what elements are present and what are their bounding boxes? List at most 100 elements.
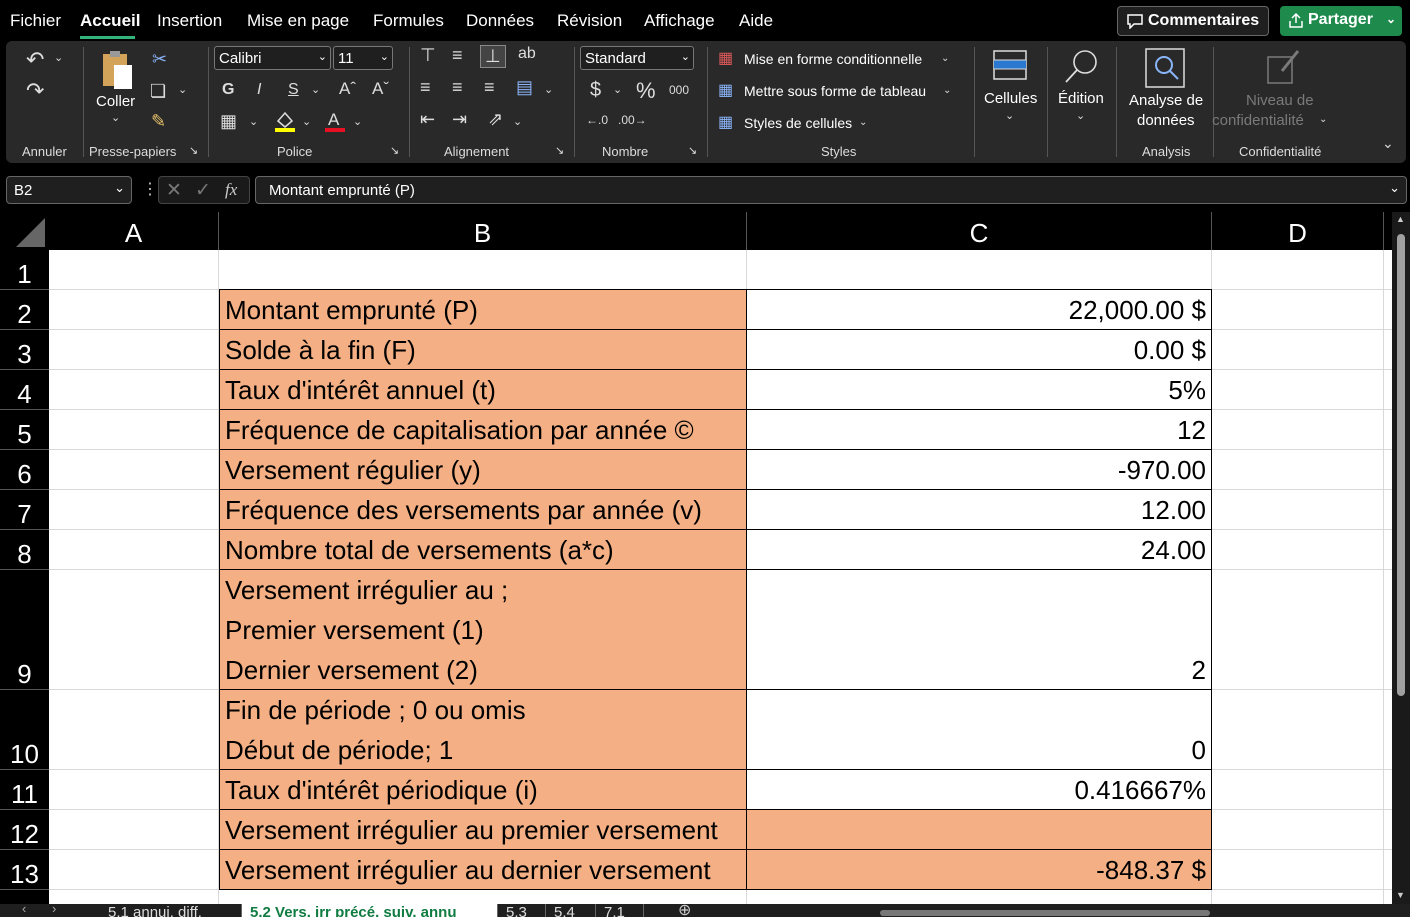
chevron-down-icon[interactable]: ⌄ — [178, 83, 187, 96]
format-as-table-icon[interactable]: ▦ — [718, 80, 733, 100]
label-cell[interactable]: Montant emprunté (P) — [219, 289, 747, 330]
label-cell[interactable]: Fréquence de capitalisation par année © — [219, 409, 747, 450]
value-cell[interactable]: 12.00 — [746, 489, 1212, 530]
chevron-down-icon[interactable]: ⌄ — [353, 115, 362, 128]
row-header[interactable]: 3 — [0, 330, 49, 370]
chevron-down-icon[interactable]: ⌄ — [859, 117, 867, 128]
row-header[interactable]: 5 — [0, 410, 49, 450]
value-cell[interactable]: -970.00 — [746, 449, 1212, 490]
dialog-launcher-icon[interactable]: ↘ — [688, 144, 697, 157]
cells-label[interactable]: Cellules — [984, 90, 1037, 107]
share-button[interactable]: Partager ⌄ — [1280, 6, 1402, 36]
borders-icon[interactable]: ▦ — [220, 111, 237, 132]
confirm-icon[interactable]: ✓ — [195, 179, 211, 202]
tab-scroll-left-icon[interactable]: ‹ — [22, 904, 26, 916]
sheet-area[interactable]: Montant emprunté (P) 22,000.00 $ Solde à l… — [49, 250, 1392, 904]
row-header[interactable]: 11 — [0, 770, 49, 810]
dialog-launcher-icon[interactable]: ↘ — [555, 144, 564, 157]
value-cell[interactable]: 22,000.00 $ — [746, 289, 1212, 330]
sheet-tab[interactable]: 5.1 annui. diff. — [100, 904, 242, 917]
row-header[interactable]: 10 — [0, 690, 49, 770]
label-cell[interactable]: Taux d'intérêt périodique (i) — [219, 769, 747, 810]
format-as-table-button[interactable]: Mettre sous forme de tableau — [744, 83, 926, 99]
cell-styles-icon[interactable]: ▦ — [718, 112, 733, 132]
value-cell[interactable] — [746, 809, 1212, 850]
font-color-icon[interactable]: A — [324, 109, 346, 133]
dialog-launcher-icon[interactable]: ↘ — [390, 144, 399, 157]
increase-decimal-icon[interactable]: ←.0 — [586, 113, 608, 127]
horizontal-scroll-thumb[interactable] — [880, 910, 1210, 916]
sheet-tab[interactable]: 5.3 — [498, 904, 546, 917]
menu-affichage[interactable]: Affichage — [644, 11, 715, 31]
currency-button[interactable]: $ — [590, 79, 601, 102]
comments-button[interactable]: Commentaires — [1117, 6, 1269, 36]
row-header[interactable]: 2 — [0, 290, 49, 330]
sheet-tab-active[interactable]: 5.2 Vers. irr précé. suiv. annu — [242, 904, 498, 917]
formula-input[interactable]: Montant emprunté (P) ⌄ — [255, 176, 1407, 204]
collapse-ribbon-icon[interactable]: ⌄ — [1382, 135, 1394, 152]
decrease-indent-icon[interactable]: ⇤ — [420, 109, 435, 130]
more-options-icon[interactable]: ⋮ — [142, 179, 158, 199]
paste-label[interactable]: Coller — [96, 93, 135, 110]
value-cell[interactable]: 0.416667% — [746, 769, 1212, 810]
align-middle-icon[interactable]: ≡ — [452, 45, 463, 66]
row-header[interactable]: 8 — [0, 530, 49, 570]
font-size-select[interactable]: 11 ⌄ — [333, 46, 393, 70]
row-header[interactable]: 12 — [0, 810, 49, 850]
sensitivity-label-line1[interactable]: Niveau de — [1246, 92, 1314, 109]
cancel-icon[interactable]: ✕ — [166, 179, 182, 202]
label-cell[interactable]: Versement régulier (y) — [219, 449, 747, 490]
chevron-down-icon[interactable]: ⌄ — [613, 83, 622, 96]
value-cell[interactable]: 12 — [746, 409, 1212, 450]
font-name-select[interactable]: Calibri ⌄ — [214, 46, 331, 70]
row-header[interactable]: 6 — [0, 450, 49, 490]
column-header-c[interactable]: C — [747, 212, 1212, 250]
row-header[interactable]: 14 — [0, 890, 49, 904]
label-cell[interactable]: Taux d'intérêt annuel (t) — [219, 369, 747, 410]
cut-icon[interactable]: ✂ — [152, 49, 167, 70]
chevron-down-icon[interactable]: ⌄ — [249, 115, 258, 128]
conditional-format-button[interactable]: Mise en forme conditionnelle — [744, 51, 922, 67]
analyze-label-line1[interactable]: Analyse de — [1129, 92, 1203, 109]
comma-style-button[interactable]: 000 — [669, 83, 689, 97]
fill-color-icon[interactable] — [274, 109, 296, 133]
insert-function-icon[interactable]: fx — [225, 180, 237, 200]
decrease-font-icon[interactable]: Aˇ — [372, 79, 389, 99]
chevron-down-icon[interactable]: ⌄ — [1389, 180, 1400, 196]
orientation-icon[interactable]: ⇗ — [488, 109, 503, 130]
increase-font-icon[interactable]: Aˆ — [339, 79, 356, 99]
select-all-button[interactable] — [0, 212, 49, 250]
wrap-text-icon[interactable]: ab — [518, 45, 536, 63]
column-header-b[interactable]: B — [219, 212, 747, 250]
value-cell[interactable]: 24.00 — [746, 529, 1212, 570]
column-header-a[interactable]: A — [49, 212, 219, 250]
tab-scroll-right-icon[interactable]: › — [52, 904, 56, 916]
merge-center-icon[interactable]: ▤ — [516, 77, 533, 98]
label-cell[interactable]: Versement irrégulier au ; Premier verseme… — [219, 569, 747, 690]
copy-icon[interactable]: ❏ — [150, 81, 166, 102]
value-cell[interactable]: 2 — [746, 569, 1212, 690]
sensitivity-icon[interactable] — [1264, 47, 1302, 87]
number-format-select[interactable]: Standard ⌄ — [580, 46, 694, 70]
chevron-down-icon[interactable]: ⌄ — [1386, 12, 1396, 26]
name-box[interactable]: B2 ⌄ — [6, 176, 132, 204]
dialog-launcher-icon[interactable]: ↘ — [189, 144, 198, 157]
italic-button[interactable]: I — [257, 81, 261, 99]
undo-icon[interactable]: ↶ — [26, 47, 44, 73]
scroll-up-icon[interactable]: ▲ — [1396, 214, 1405, 224]
chevron-down-icon[interactable]: ⌄ — [1005, 109, 1014, 122]
row-header[interactable]: 9 — [0, 570, 49, 690]
percent-button[interactable]: % — [636, 78, 656, 104]
vertical-scrollbar[interactable]: ▲ ▼ — [1392, 212, 1410, 904]
align-bottom-icon[interactable]: ⊥ — [480, 45, 506, 68]
bold-button[interactable]: G — [222, 81, 234, 99]
align-top-icon[interactable]: ⊤ — [420, 45, 436, 66]
chevron-down-icon[interactable]: ⌄ — [941, 53, 949, 64]
row-header[interactable]: 1 — [0, 250, 49, 290]
add-sheet-icon[interactable]: ⊕ — [678, 904, 691, 917]
increase-indent-icon[interactable]: ⇥ — [452, 109, 467, 130]
align-left-icon[interactable]: ≡ — [420, 77, 431, 98]
conditional-format-icon[interactable]: ▦ — [718, 48, 733, 68]
redo-icon[interactable]: ↷ — [26, 78, 44, 104]
sheet-tab[interactable]: 5.4 — [546, 904, 596, 917]
